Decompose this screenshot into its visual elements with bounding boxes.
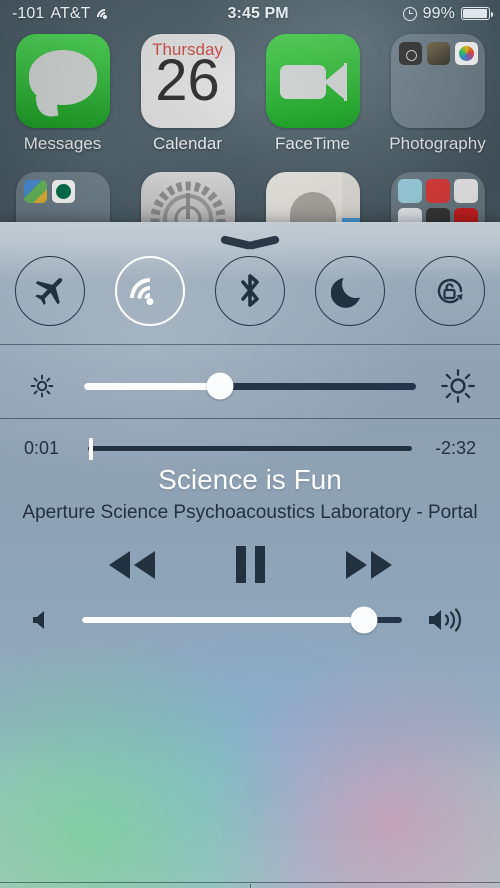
airdrop-button[interactable]: AirDrop	[0, 884, 250, 888]
home-screen-background: -101 AT&T 3:45 PM 99% Messages Thursday …	[0, 0, 500, 260]
brightness-slider-row	[0, 350, 500, 422]
youtube-mini-icon	[425, 179, 450, 203]
airplay-button[interactable]: AirPlay	[251, 884, 500, 888]
track-subtitle: Aperture Science Psychoacoustics Laborat…	[22, 502, 478, 523]
facetime-icon	[265, 34, 360, 128]
fast-forward-icon	[345, 550, 392, 579]
brightness-high-icon-wrap	[416, 367, 500, 405]
messages-icon	[15, 34, 110, 128]
airplane-mode-toggle[interactable]	[15, 256, 85, 326]
wallet-mini-icon	[23, 180, 47, 203]
sun-small-icon	[30, 374, 54, 398]
share-row: AirDrop AirPlay	[0, 884, 500, 888]
volume-low-icon-wrap	[18, 607, 68, 633]
status-bar-left: -101 AT&T	[0, 4, 117, 29]
pause-button[interactable]	[235, 546, 265, 583]
moon-icon	[331, 278, 360, 308]
fast-forward-button[interactable]	[339, 547, 399, 583]
battery-percent-label: 99%	[422, 4, 455, 22]
status-bar-clock: 3:45 PM	[227, 4, 289, 22]
photo-editor-mini-icon	[426, 42, 450, 65]
divider-music-share	[0, 882, 500, 883]
speaker-low-icon	[33, 611, 44, 629]
divider-toggles-brightness	[0, 344, 500, 345]
control-center-panel: 0:01 -2:32 Science is Fun Aperture Scien…	[0, 222, 500, 888]
rewind-button[interactable]	[102, 547, 162, 583]
now-playing-section: 0:01 -2:32 Science is Fun Aperture Scien…	[0, 422, 500, 874]
signal-strength-text: -101	[12, 4, 45, 22]
rotation-lock-toggle[interactable]	[415, 256, 485, 326]
app-calendar[interactable]: Thursday 26 Calendar	[125, 34, 250, 154]
volume-high-icon-wrap	[416, 605, 482, 635]
scrubber-thumb[interactable]	[89, 437, 94, 460]
brightness-slider[interactable]	[84, 372, 416, 400]
battery-icon	[461, 7, 494, 20]
carrier-name: AT&T	[50, 4, 91, 22]
wifi-toggle[interactable]	[115, 256, 185, 327]
volume-slider-thumb[interactable]	[350, 606, 378, 634]
app-label-messages: Messages	[23, 134, 102, 153]
volume-slider[interactable]	[82, 606, 402, 634]
status-bar-right: 99%	[402, 4, 500, 23]
wifi-icon	[93, 5, 117, 29]
safari-mini-icon	[453, 179, 478, 203]
sun-large-icon	[441, 369, 475, 403]
app-label-calendar: Calendar	[153, 134, 222, 153]
speaker-high-icon	[429, 608, 461, 632]
bluetooth-toggle[interactable]	[215, 256, 285, 326]
elapsed-time: 0:01	[24, 438, 60, 458]
transport-controls	[0, 546, 500, 583]
rotation-lock-icon	[437, 278, 463, 304]
starbucks-mini-icon	[51, 180, 75, 203]
pause-icon	[235, 546, 246, 583]
app-label-photography: Photography	[389, 134, 486, 153]
do-not-disturb-toggle[interactable]	[315, 256, 385, 326]
app-label-facetime: FaceTime	[275, 134, 350, 153]
grabber-handle[interactable]	[222, 232, 278, 249]
wifi-icon	[121, 269, 179, 327]
scrubber-slider[interactable]	[88, 437, 412, 460]
bluetooth-icon	[241, 274, 259, 307]
imovie-mini-icon	[397, 179, 422, 203]
calendar-icon: Thursday 26	[140, 34, 235, 128]
app-facetime[interactable]: FaceTime	[250, 34, 375, 154]
status-bar: -101 AT&T 3:45 PM 99%	[0, 0, 500, 29]
scrubber-row: 0:01 -2:32	[0, 422, 500, 460]
home-app-row-1: Messages Thursday 26 Calendar FaceTime P…	[0, 34, 500, 154]
brightness-low-icon-wrap	[0, 373, 84, 399]
calendar-date: 26	[155, 48, 220, 113]
remaining-time: -2:32	[434, 438, 476, 458]
volume-slider-row	[0, 583, 500, 635]
divider-brightness-music	[0, 418, 500, 419]
photos-mini-icon	[454, 42, 478, 65]
alarm-clock-icon	[402, 6, 417, 21]
app-messages[interactable]: Messages	[0, 34, 125, 154]
camera-mini-icon	[398, 42, 422, 65]
app-folder-photography[interactable]: Photography	[375, 34, 500, 154]
track-title: Science is Fun	[158, 464, 342, 495]
airplane-icon	[35, 278, 63, 306]
calendar-weekday: Thursday	[152, 40, 223, 59]
rewind-icon	[108, 550, 155, 579]
photography-folder-icon	[390, 34, 485, 128]
quick-toggles-row	[0, 256, 500, 327]
brightness-slider-thumb[interactable]	[206, 372, 234, 400]
